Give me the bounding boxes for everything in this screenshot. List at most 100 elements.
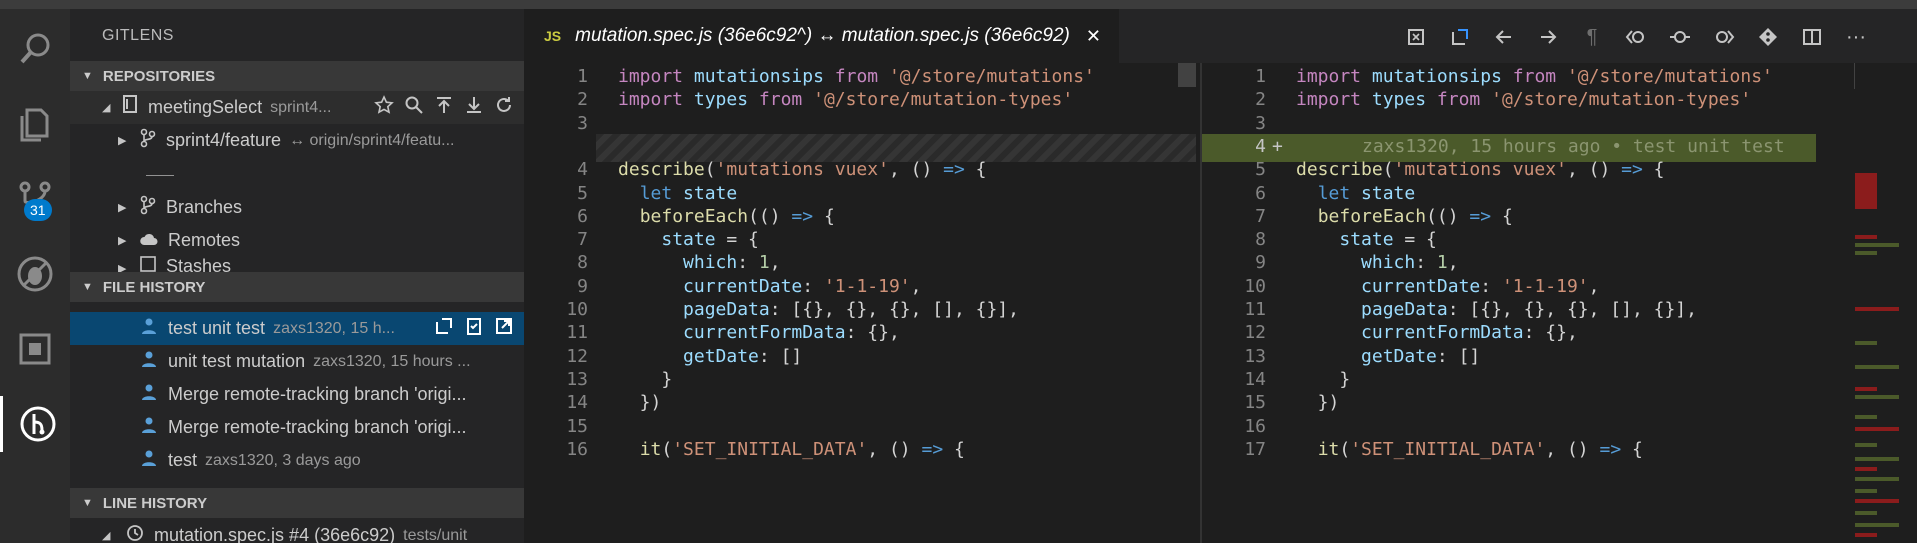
line-number: 12 xyxy=(1244,322,1266,344)
code-line[interactable]: which: 1, xyxy=(618,252,781,273)
code-line[interactable]: let state xyxy=(1296,183,1416,204)
copy-sha-icon[interactable] xyxy=(464,316,484,341)
history-message: Merge remote-tracking branch 'origi... xyxy=(168,417,467,437)
chevron-right-icon: ▶ xyxy=(118,135,127,147)
code-line[interactable]: currentFormData: {}, xyxy=(618,322,900,343)
split-editor-icon[interactable] xyxy=(1790,21,1834,53)
next-revision-icon[interactable] xyxy=(1702,21,1746,53)
star-icon[interactable] xyxy=(374,95,394,120)
branch-tracking-row[interactable]: ▶ sprint4/feature ↔ origin/sprint4/featu… xyxy=(70,124,524,157)
open-changes-icon[interactable] xyxy=(434,316,454,341)
repo-branch-hint: sprint4... xyxy=(270,98,332,116)
code-line[interactable]: which: 1, xyxy=(1296,252,1459,273)
code-line[interactable]: import mutationsips from '@/store/mutati… xyxy=(1296,66,1773,87)
history-item[interactable]: unit test mutation zaxs1320, 15 hours ... xyxy=(70,345,524,378)
explorer-icon[interactable] xyxy=(0,96,70,152)
code-line[interactable]: }) xyxy=(618,392,662,413)
line-number: 9 xyxy=(1255,252,1266,274)
line-number: 15 xyxy=(566,415,588,437)
code-line[interactable]: describe('mutations vuex', () => { xyxy=(1296,159,1665,180)
more-actions-icon[interactable]: ··· xyxy=(1834,21,1878,53)
code-line[interactable]: currentFormData: {}, xyxy=(1296,322,1578,343)
ruler-mark xyxy=(1855,489,1877,493)
code-line[interactable]: getDate: [] xyxy=(1296,346,1480,367)
code-line[interactable]: }) xyxy=(1296,392,1340,413)
code-line[interactable]: currentDate: '1-1-19', xyxy=(1296,276,1599,297)
open-changes-icon[interactable] xyxy=(1438,21,1482,53)
code-line[interactable]: it('SET_INITIAL_DATA', () => { xyxy=(618,439,965,460)
cloud-icon xyxy=(140,230,158,251)
arrow-left-icon[interactable] xyxy=(1482,21,1526,53)
gitlens-sidebar: GITLENS ▼ REPOSITORIES ◢ meetingSelect s… xyxy=(70,9,524,543)
line-history-path: tests/unit xyxy=(403,526,468,543)
search-commits-icon[interactable] xyxy=(404,95,424,120)
refresh-icon[interactable] xyxy=(494,95,514,120)
line-history-header-label: LINE HISTORY xyxy=(102,494,208,512)
history-item[interactable]: test unit test zaxs1320, 15 h... xyxy=(70,312,524,345)
original-pane[interactable]: 1 import mutationsips from '@/store/mutat… xyxy=(524,63,1200,543)
code-line[interactable]: describe('mutations vuex', () => { xyxy=(618,159,987,180)
history-meta: zaxs1320, 15 hours ... xyxy=(313,352,471,370)
line-number: 14 xyxy=(1244,368,1266,390)
overview-ruler[interactable] xyxy=(1855,63,1917,543)
ruler-mark xyxy=(1855,443,1877,447)
repositories-section-header[interactable]: ▼ REPOSITORIES xyxy=(70,61,524,91)
code-line[interactable]: import types from '@/store/mutation-type… xyxy=(1296,89,1751,110)
line-history-section-header[interactable]: ▼ LINE HISTORY xyxy=(70,488,524,518)
code-line[interactable]: beforeEach(() => { xyxy=(1296,206,1513,227)
line-number: 16 xyxy=(566,438,588,460)
line-number: 14 xyxy=(566,392,588,414)
history-message: test xyxy=(168,450,198,470)
modified-pane[interactable]: 1 import mutationsips from '@/store/mutat… xyxy=(1202,63,1816,543)
ruler-mark xyxy=(1855,457,1899,461)
code-line[interactable]: state = { xyxy=(1296,229,1437,250)
history-item[interactable]: Merge remote-tracking branch 'origi... xyxy=(70,378,524,411)
remotes-row[interactable]: ▶ Remotes xyxy=(70,224,524,257)
code-line[interactable]: state = { xyxy=(618,229,759,250)
chevron-down-icon: ◢ xyxy=(102,530,111,542)
debug-icon[interactable] xyxy=(0,246,70,302)
code-line[interactable]: pageData: [{}, {}, {}, [], {}], xyxy=(618,299,1019,320)
ruler-change-marker xyxy=(1855,173,1877,209)
previous-revision-icon[interactable] xyxy=(1614,21,1658,53)
line-number: 10 xyxy=(1244,275,1266,297)
git-diamond-icon[interactable] xyxy=(1746,21,1790,53)
stashes-row[interactable]: ▶ Stashes xyxy=(70,254,524,272)
line-number: 4 xyxy=(577,159,588,181)
left-scrollbar-thumb[interactable] xyxy=(1178,63,1196,87)
code-line[interactable]: } xyxy=(618,369,672,390)
extensions-icon[interactable] xyxy=(0,321,70,377)
repo-icon xyxy=(122,95,138,120)
pilcrow-icon[interactable]: ¶ xyxy=(1570,21,1614,53)
code-line[interactable]: import types from '@/store/mutation-type… xyxy=(618,89,1073,110)
push-icon[interactable] xyxy=(434,95,454,120)
history-item[interactable]: Merge remote-tracking branch 'origi... xyxy=(70,411,524,444)
gitlens-icon[interactable] xyxy=(0,396,73,452)
history-item[interactable]: test zaxs1320, 3 days ago xyxy=(70,444,524,477)
line-number: 8 xyxy=(577,252,588,274)
code-line[interactable]: let state xyxy=(618,183,738,204)
code-line[interactable]: pageData: [{}, {}, {}, [], {}], xyxy=(1296,299,1697,320)
arrow-right-icon[interactable] xyxy=(1526,21,1570,53)
code-line[interactable]: it('SET_INITIAL_DATA', () => { xyxy=(1296,439,1643,460)
code-line[interactable]: } xyxy=(1296,369,1350,390)
swap-diff-icon[interactable] xyxy=(1394,21,1438,53)
pull-icon[interactable] xyxy=(464,95,484,120)
open-file-icon[interactable] xyxy=(494,316,514,341)
branches-row[interactable]: ▶ Branches xyxy=(70,191,524,224)
chevron-right-icon: ▶ xyxy=(118,263,127,272)
close-icon[interactable]: ✕ xyxy=(1086,26,1101,47)
code-line[interactable]: getDate: [] xyxy=(618,346,802,367)
commit-icon[interactable] xyxy=(1658,21,1702,53)
code-line[interactable]: beforeEach(() => { xyxy=(618,206,835,227)
file-history-section-header[interactable]: ▼ FILE HISTORY xyxy=(70,272,524,302)
line-number: 16 xyxy=(1244,415,1266,437)
repo-row[interactable]: ◢ meetingSelect sprint4... xyxy=(70,91,524,124)
search-icon[interactable] xyxy=(0,21,70,77)
tab-diff[interactable]: JS mutation.spec.js (36e6c92^) ↔ mutatio… xyxy=(524,9,1119,63)
code-line[interactable]: currentDate: '1-1-19', xyxy=(618,276,921,297)
line-number: 6 xyxy=(577,205,588,227)
line-history-row[interactable]: ◢ mutation.spec.js #4 (36e6c92) tests/un… xyxy=(70,519,524,543)
code-line[interactable]: import mutationsips from '@/store/mutati… xyxy=(618,66,1095,87)
branch-icon xyxy=(140,195,156,220)
